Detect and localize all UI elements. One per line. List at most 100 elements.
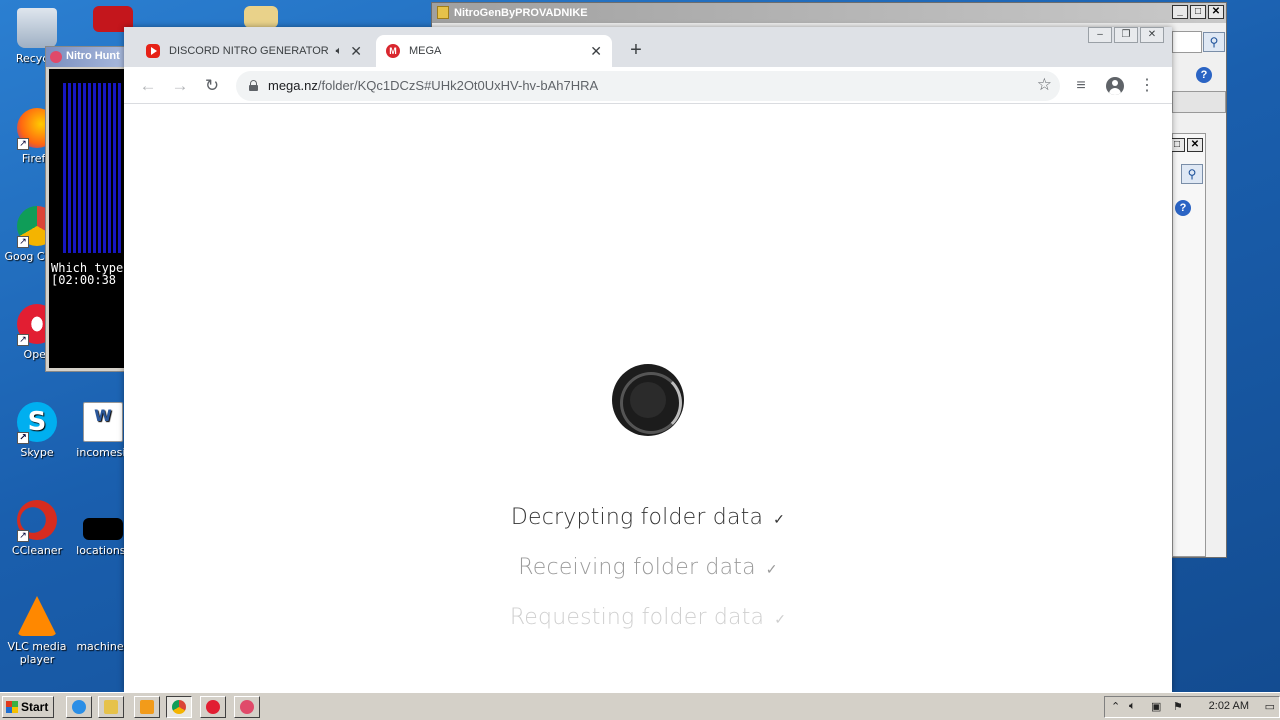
step-decrypting: Decrypting folder data ✓ (124, 505, 1172, 530)
console-output: Which type [02:00:38 (49, 69, 124, 368)
desktop-icon-label: Skype (20, 446, 54, 459)
folder-icon (244, 6, 278, 28)
system-tray: ⌃ 🔈︎ ▣ ⚑ 2:02 AM ▭ (1104, 696, 1280, 718)
action-center-flag-icon[interactable]: ⚑ (1173, 700, 1183, 713)
skype-shortcut[interactable]: S ↗ Skype (2, 402, 72, 459)
volume-icon[interactable]: 🔈︎ (1129, 700, 1136, 713)
address-bar[interactable]: mega.nz/folder/KQc1DCzS#UHk2Ot0UxHV-hv-b… (236, 71, 1060, 101)
address-field[interactable] (1172, 31, 1202, 53)
url-host: mega.nz (268, 78, 318, 93)
reload-button[interactable]: ↻ (200, 74, 224, 98)
minimize-button[interactable]: _ (1172, 5, 1188, 19)
explorer-title: NitroGenByPROVADNIKE (454, 7, 588, 19)
taskbar-opera[interactable] (200, 696, 226, 718)
shortcut-arrow-icon: ↗ (17, 138, 29, 150)
tab-strip: DISCORD NITRO GENERATOR 2 🔈︎ ✕ M MEGA ✕ … (124, 27, 1172, 67)
shortcut-arrow-icon: ↗ (17, 236, 29, 248)
ascii-art (63, 83, 123, 253)
desktop-icon-label: CCleaner (11, 544, 63, 557)
folder-icon (104, 700, 118, 714)
opera-icon (206, 700, 220, 714)
lock-icon[interactable] (249, 80, 258, 91)
search-icon[interactable]: ⚲ (1203, 32, 1225, 52)
file-icon (83, 518, 123, 540)
network-icon[interactable]: ▣ (1151, 700, 1161, 713)
close-button[interactable]: ✕ (1208, 5, 1224, 19)
tab-title: MEGA (409, 45, 442, 57)
new-tab-button[interactable]: + (624, 39, 648, 63)
shortcut-arrow-icon: ↗ (17, 334, 29, 346)
nitro-hunter-icon (240, 700, 254, 714)
explorer-title-bar[interactable]: NitroGenByPROVADNIKE _ □ ✕ (432, 3, 1226, 23)
step-label: Requesting folder data (509, 605, 765, 630)
browser-toolbar: ← → ↻ mega.nz/folder/KQc1DCzS#UHk2Ot0UxH… (124, 67, 1172, 104)
taskbar-media-player[interactable] (134, 696, 160, 718)
menu-kebab-icon[interactable]: ⋮ (1136, 75, 1158, 97)
step-requesting: Requesting folder data ✓ (124, 605, 1172, 630)
checkmark-icon: ✓ (765, 562, 778, 578)
console-title-bar[interactable]: Nitro Hunt (46, 47, 124, 67)
chrome-icon (172, 700, 186, 714)
step-label: Decrypting folder data (510, 505, 764, 530)
shortcut-arrow-icon: ↗ (17, 432, 29, 444)
loading-spinner-icon (612, 364, 684, 436)
show-desktop-icon[interactable]: ▭ (1265, 700, 1275, 713)
minimize-button[interactable]: ‒ (1088, 27, 1112, 43)
vlc-icon (17, 596, 57, 636)
folder-icon (437, 6, 449, 19)
nitro-hunter-icon (50, 51, 62, 63)
skype-icon: S ↗ (17, 402, 57, 444)
word-document-icon: W (83, 402, 123, 442)
profile-avatar-icon[interactable] (1106, 77, 1124, 95)
desktop-icon-label: VLC media player (7, 640, 67, 666)
windows-logo-icon (6, 701, 18, 713)
start-label: Start (21, 700, 49, 714)
tab-title: DISCORD NITRO GENERATOR 2 (169, 45, 330, 57)
tab-mega[interactable]: M MEGA ✕ (376, 35, 612, 67)
restore-button[interactable]: ❐ (1114, 27, 1138, 43)
ccleaner-icon: ↗ (17, 500, 57, 542)
maximize-button[interactable]: □ (1190, 5, 1206, 19)
mega-icon: M (386, 44, 400, 58)
taskbar-ie[interactable] (66, 696, 92, 718)
vlc-shortcut[interactable]: VLC media player (2, 596, 72, 666)
bookmark-star-icon[interactable]: ☆ (1037, 75, 1052, 95)
mega-loading-page: Decrypting folder data ✓ Receiving folder… (124, 105, 1269, 720)
taskbar-nitro-hunter[interactable] (234, 696, 260, 718)
desktop-icon-label: machinec (76, 640, 130, 653)
tab-discord-nitro-generator[interactable]: DISCORD NITRO GENERATOR 2 🔈︎ ✕ (136, 35, 372, 67)
start-button[interactable]: Start (2, 696, 54, 718)
close-button[interactable]: ✕ (1187, 138, 1203, 152)
media-control-icon[interactable]: ≡ (1070, 75, 1092, 97)
back-button[interactable]: ← (136, 74, 160, 98)
taskbar: Start ⌃ 🔈︎ ▣ ⚑ 2:02 AM ▭ (0, 692, 1280, 720)
help-icon[interactable]: ? (1196, 67, 1212, 83)
close-tab-icon[interactable]: ✕ (350, 43, 362, 60)
media-player-icon (140, 700, 154, 714)
forward-button[interactable]: → (168, 74, 192, 98)
recycle-bin-icon (17, 8, 57, 48)
console-title: Nitro Hunt (66, 50, 120, 62)
taskbar-chrome[interactable] (166, 696, 192, 718)
speaker-icon[interactable]: 🔈︎ (336, 45, 343, 58)
desktop-icon-label: locationst (76, 544, 130, 557)
ccleaner-shortcut[interactable]: ↗ CCleaner (2, 500, 72, 557)
url-path: /folder/KQc1DCzS#UHk2Ot0UxHV-hv-bAh7HRA (317, 78, 599, 93)
close-tab-icon[interactable]: ✕ (590, 43, 602, 60)
taskbar-explorer[interactable] (98, 696, 124, 718)
browser-window[interactable]: DISCORD NITRO GENERATOR 2 🔈︎ ✕ M MEGA ✕ … (124, 27, 1269, 720)
help-icon[interactable]: ? (1175, 200, 1191, 216)
console-window[interactable]: Nitro Hunt Which type [02:00:38 (45, 46, 125, 372)
checkmark-icon: ✓ (773, 512, 786, 528)
toolbar-panel (1172, 91, 1226, 113)
clock[interactable]: 2:02 AM (1209, 700, 1249, 712)
inner-panel: □ ✕ ⚲ ? (1169, 133, 1206, 557)
console-line: [02:00:38 (51, 273, 117, 287)
internet-explorer-icon (72, 700, 86, 714)
shortcut-arrow-icon: ↗ (17, 530, 29, 542)
show-hidden-icons-icon[interactable]: ⌃ (1111, 700, 1120, 713)
close-window-button[interactable]: ✕ (1140, 27, 1164, 43)
search-icon[interactable]: ⚲ (1181, 164, 1203, 184)
desktop-icon-label: incomesit (76, 446, 130, 459)
file-icon (83, 610, 123, 636)
